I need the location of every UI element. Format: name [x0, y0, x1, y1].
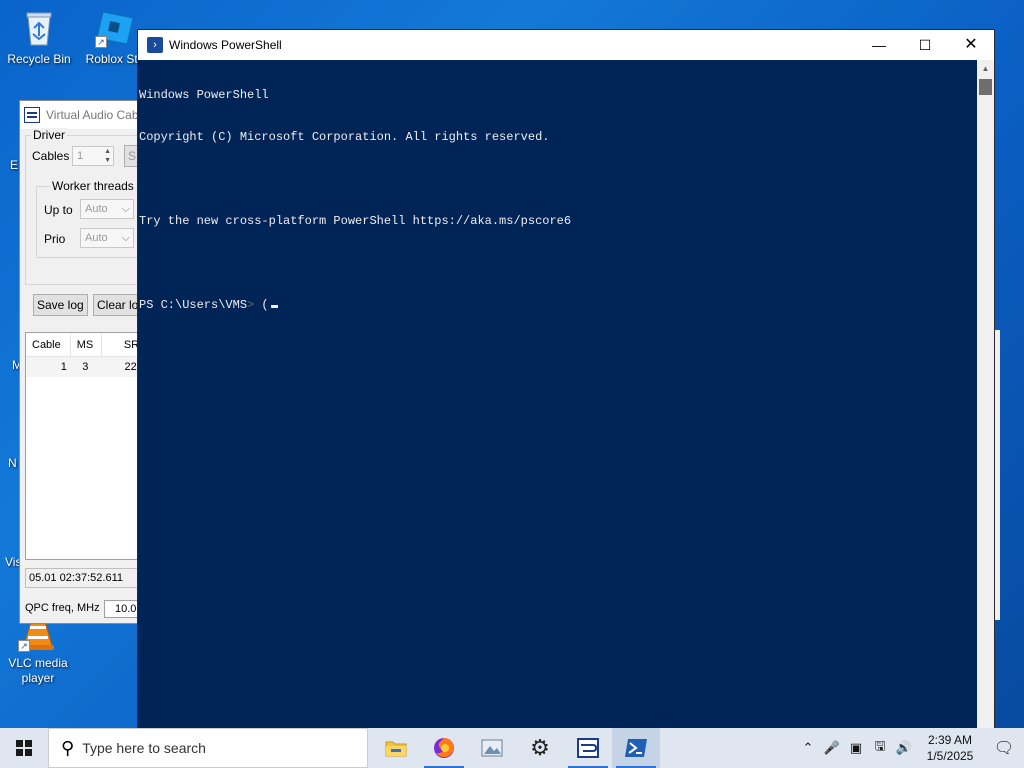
console-output[interactable]: Windows PowerShell Copyright (C) Microso… — [138, 60, 978, 728]
shortcut-arrow-icon: ↗ — [95, 36, 107, 48]
firefox-icon — [434, 738, 454, 758]
recycle-bin-icon — [19, 8, 59, 48]
console-line: Copyright (C) Microsoft Corporation. All… — [139, 130, 550, 144]
taskbar-app-virtual-audio-cable[interactable] — [564, 728, 612, 768]
upto-select[interactable]: Auto ⌵ — [80, 199, 134, 219]
vac-app-icon — [24, 107, 40, 123]
powershell-titlebar[interactable]: › Windows PowerShell — ☐ ✕ — [138, 30, 994, 60]
windows-logo-icon — [16, 740, 32, 756]
network-icon[interactable]: 🖫 — [868, 728, 892, 768]
desktop-icon-recycle-bin[interactable]: Recycle Bin — [1, 8, 77, 67]
powershell-window[interactable]: › Windows PowerShell — ☐ ✕ Windows Power… — [137, 29, 995, 728]
photos-icon — [481, 739, 503, 757]
cell-cable: 1 — [60, 361, 67, 373]
table-row[interactable]: 1 3 2205 — [26, 357, 148, 377]
prompt-line[interactable]: PS C:\Users\VMS> ( — [139, 298, 978, 312]
clock-time: 2:39 AM — [927, 733, 973, 747]
cables-label: Cables — [30, 149, 72, 163]
vac-titlebar[interactable]: Virtual Audio Cab — [20, 101, 148, 129]
volume-icon[interactable]: 🔊 — [892, 728, 916, 768]
cable-list[interactable]: Cable MS SR 1 3 2205 — [25, 332, 148, 560]
prio-label: Prio — [42, 232, 68, 246]
taskbar-app-file-explorer[interactable] — [372, 728, 420, 768]
worker-threads-label: Worker threads — [50, 179, 136, 193]
partial-desktop-label: N — [8, 456, 17, 470]
column-ms[interactable]: MS — [71, 333, 102, 356]
vac-window[interactable]: Virtual Audio Cab Driver Cables 1 ▲ ▼ S W… — [19, 100, 149, 624]
cables-spinner[interactable]: 1 ▲ ▼ — [72, 146, 114, 166]
search-placeholder: Type here to search — [82, 740, 206, 756]
spinner-arrows-icon[interactable]: ▲ ▼ — [104, 147, 111, 165]
folder-icon — [385, 741, 407, 757]
clock[interactable]: 2:39 AM 1/5/2025 — [916, 732, 984, 764]
cable-list-header: Cable MS SR — [26, 333, 148, 357]
prompt-input[interactable]: ( — [254, 298, 268, 312]
taskbar-app-firefox[interactable] — [420, 728, 468, 768]
roblox-studio-icon: ↗ — [95, 8, 135, 48]
powershell-icon — [625, 739, 647, 757]
shortcut-arrow-icon: ↗ — [18, 640, 30, 652]
prio-select[interactable]: Auto ⌵ — [80, 228, 134, 248]
window-title: Windows PowerShell — [169, 38, 282, 52]
chevron-down-icon: ⌵ — [121, 203, 130, 215]
prio-value: Auto — [85, 232, 108, 244]
cell-ms: 3 — [82, 361, 89, 373]
minimize-button[interactable]: — — [856, 30, 902, 60]
search-icon: ⚲ — [61, 737, 75, 758]
start-button[interactable] — [0, 728, 48, 768]
taskbar: ⚲ Type here to search ⚙ ⌃ 🎤 ▣ 🖫 🔊 2:39 A… — [0, 728, 1024, 768]
taskbar-app-photos[interactable] — [468, 728, 516, 768]
maximize-button[interactable]: ☐ — [902, 30, 948, 60]
notification-app-icon[interactable]: ▣ — [844, 728, 868, 768]
console-line: Try the new cross-platform PowerShell ht… — [139, 214, 572, 228]
microphone-icon[interactable]: 🎤 — [820, 728, 844, 768]
cables-value: 1 — [77, 150, 84, 162]
taskbar-app-settings[interactable]: ⚙ — [516, 728, 564, 768]
powershell-icon: › — [147, 37, 163, 53]
action-center-icon[interactable]: 🗨 — [984, 728, 1024, 768]
search-box[interactable]: ⚲ Type here to search — [48, 728, 368, 768]
partial-desktop-label: E — [10, 158, 19, 172]
chevron-up-icon[interactable]: ⌃ — [796, 728, 820, 768]
text-cursor — [270, 305, 278, 308]
system-tray: ⌃ 🎤 ▣ 🖫 🔊 2:39 AM 1/5/2025 🗨 — [796, 728, 1024, 768]
scroll-up-icon[interactable]: ▲ — [977, 60, 994, 77]
vac-title: Virtual Audio Cab — [46, 108, 139, 122]
save-log-button[interactable]: Save log — [33, 294, 88, 316]
upto-label: Up to — [42, 203, 75, 217]
qpc-label: QPC freq, MHz — [25, 602, 100, 614]
clock-date: 1/5/2025 — [926, 749, 974, 763]
desktop-icon-label: Recycle Bin — [7, 52, 71, 66]
driver-label: Driver — [31, 128, 67, 142]
scrollbar-thumb[interactable] — [979, 79, 992, 95]
status-bar: 05.01 02:37:52.611 — [25, 568, 148, 588]
column-cable[interactable]: Cable — [26, 333, 71, 356]
upto-value: Auto — [85, 203, 108, 215]
close-button[interactable]: ✕ — [948, 30, 994, 60]
chevron-down-icon: ⌵ — [121, 232, 130, 244]
prompt-path: PS C:\Users\VMS — [139, 298, 248, 312]
vertical-scrollbar[interactable]: ▲ — [977, 60, 994, 728]
desktop-icon-label: VLC media player — [8, 656, 68, 685]
taskbar-app-powershell[interactable] — [612, 728, 660, 768]
vac-icon — [577, 738, 599, 758]
desktop: Recycle Bin ↗ Roblox Stu ↗ VLC media pla… — [0, 0, 1024, 728]
console-line: Windows PowerShell — [139, 88, 269, 102]
gear-icon: ⚙ — [530, 735, 550, 760]
